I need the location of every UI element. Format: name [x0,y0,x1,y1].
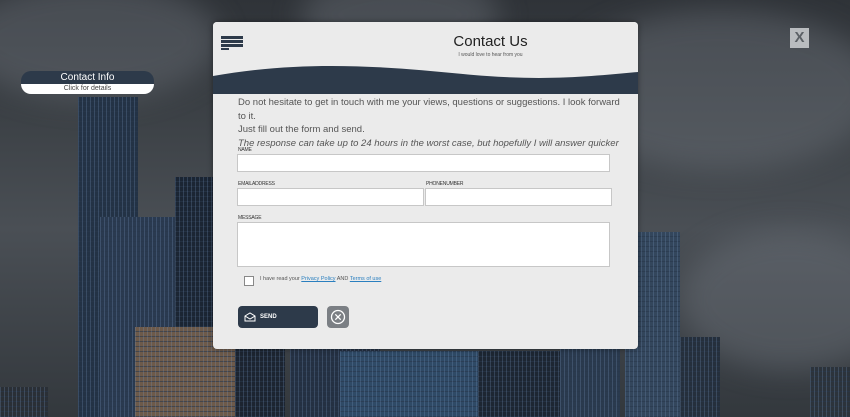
agree-checkbox[interactable] [244,276,254,286]
envelope-icon [244,312,256,322]
terms-of-use-link[interactable]: Terms of use [350,276,381,282]
name-label: NAME [238,147,252,153]
close-icon: X [794,29,805,46]
email-field[interactable] [237,188,424,209]
close-button[interactable]: X [790,28,809,48]
name-input[interactable] [238,159,609,175]
email-label: EMAILADDRESS [238,181,275,187]
intro-line-3: The response can take up to 24 hours in … [238,137,619,149]
agree-and: AND [336,276,349,282]
phone-input[interactable] [426,193,611,209]
contact-info-title: Contact Info [21,71,154,84]
page-title: Contact Us [453,33,528,50]
agree-prefix: I have read your [260,276,300,282]
intro-line-2: Just fill out the form and send. [238,124,365,135]
intro-line-1: Do not hesitate to get in touch with me … [238,97,620,122]
name-field[interactable] [237,154,610,175]
contact-modal: Contact Us I would love to hear from you… [213,22,638,349]
email-input[interactable] [238,193,423,209]
intro-text: Do not hesitate to get in touch with me … [238,96,628,150]
privacy-policy-link[interactable]: Privacy Policy [301,276,335,282]
menu-icon[interactable] [221,36,243,52]
contact-info-subtitle: Click for details [21,84,154,94]
agree-text: I have read your Privacy Policy AND Term… [260,276,381,282]
phone-label: PHONENUMBER [426,181,464,187]
send-label: SEND [260,314,277,320]
cancel-button[interactable] [327,306,349,328]
page-subtitle: I would love to hear from you [458,52,523,58]
cancel-circle-icon [330,309,346,325]
message-field[interactable] [237,222,610,267]
message-textarea[interactable] [238,223,609,266]
contact-info-tab[interactable]: Contact Info Click for details [21,71,154,94]
send-button[interactable]: SEND [238,306,318,328]
message-label: MESSAGE [238,215,262,221]
phone-field[interactable] [425,188,612,209]
